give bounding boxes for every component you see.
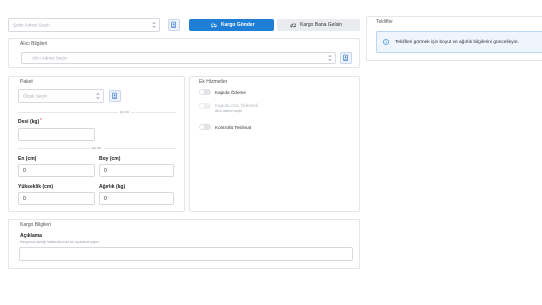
length-value: 0 bbox=[104, 167, 107, 174]
recipient-address-book-button[interactable] bbox=[340, 52, 352, 64]
height-value: 0 bbox=[23, 195, 26, 202]
controlled-delivery-label: Kontrollü Teslimat bbox=[215, 124, 252, 130]
divider bbox=[18, 148, 91, 149]
extra-services-section: Ek Hizmetler Kapıda Ödeme Kapıda Alıcı Ö… bbox=[189, 76, 360, 212]
width-label: En (cm) bbox=[18, 156, 37, 162]
address-book-icon bbox=[343, 54, 348, 61]
package-section: Paket Ölçek Seçin ya da Desi (kg) * ya d… bbox=[8, 76, 185, 212]
divider bbox=[131, 112, 176, 113]
layers-icon bbox=[112, 92, 117, 99]
scale-select[interactable]: Ölçek Seçin bbox=[18, 89, 104, 103]
weight-label: Ağırlık (kg) bbox=[99, 184, 126, 190]
length-label: Boy (cm) bbox=[99, 156, 121, 162]
scale-picker-button[interactable] bbox=[109, 90, 121, 102]
recipient-pays-hint: Alıcı adresi seçin bbox=[215, 109, 243, 113]
offers-title: Teklifler bbox=[376, 19, 393, 25]
weight-value: 0 bbox=[104, 195, 107, 202]
tab-send-cargo-label: Kargo Gönder bbox=[221, 22, 255, 28]
description-hint: Kargonun içeriği hakkında kısa bir açıkl… bbox=[20, 240, 100, 244]
tab-receive-cargo-label: Kargo Bana Gelsin bbox=[300, 22, 342, 28]
desi-label: Desi (kg) bbox=[18, 119, 40, 125]
description-input[interactable] bbox=[19, 247, 353, 261]
cash-on-delivery-toggle[interactable] bbox=[199, 89, 211, 95]
branch-address-select[interactable]: Şube Adresi Seçin bbox=[8, 18, 160, 32]
cargo-info-section: Kargo Bilgileri Açıklama Kargonun içeriğ… bbox=[8, 219, 360, 269]
width-value: 0 bbox=[23, 167, 26, 174]
height-label: Yükseklik (cm) bbox=[18, 184, 54, 190]
recipient-title: Alıcı Bilgileri bbox=[20, 41, 48, 47]
offers-info-alert: Teklifleri görmek için boyut ve ağırlık … bbox=[376, 31, 542, 53]
extra-services-title: Ek Hizmetler bbox=[199, 79, 228, 85]
recipient-pays-label: Kapıda Alıcı Ödemeli bbox=[215, 102, 258, 108]
tab-send-cargo[interactable]: Kargo Gönder bbox=[189, 19, 274, 31]
divider bbox=[18, 112, 118, 113]
divider bbox=[104, 148, 176, 149]
offers-info-text: Teklifleri görmek için boyut ve ağırlık … bbox=[395, 39, 519, 45]
recipient-address-select[interactable]: Alıcı Adresi Seçin bbox=[21, 52, 336, 64]
weight-input[interactable]: 0 bbox=[99, 192, 174, 205]
or-label-2: ya da bbox=[92, 146, 101, 150]
chevron-updown-icon bbox=[96, 93, 100, 99]
description-label: Açıklama bbox=[20, 233, 42, 239]
chevron-updown-icon bbox=[328, 55, 332, 61]
controlled-delivery-toggle[interactable] bbox=[199, 124, 211, 130]
address-book-icon bbox=[171, 21, 176, 28]
scale-placeholder: Ölçek Seçin bbox=[23, 93, 48, 99]
offers-panel: Teklifler Teklifleri görmek için boyut v… bbox=[366, 16, 542, 61]
cash-on-delivery-label: Kapıda Ödeme bbox=[215, 89, 246, 95]
recipient-pays-toggle[interactable] bbox=[199, 103, 211, 109]
recipient-section: Alıcı Bilgileri Alıcı Adresi Seçin bbox=[8, 38, 360, 68]
truck-return-icon bbox=[290, 23, 296, 27]
truck-icon bbox=[211, 23, 217, 27]
height-input[interactable]: 0 bbox=[18, 192, 95, 205]
required-mark: * bbox=[40, 118, 42, 124]
or-label: ya da bbox=[120, 110, 129, 114]
recipient-address-placeholder: Alıcı Adresi Seçin bbox=[32, 55, 68, 61]
branch-address-placeholder: Şube Adresi Seçin bbox=[13, 22, 50, 28]
cargo-info-title: Kargo Bilgileri bbox=[20, 222, 51, 228]
desi-input[interactable] bbox=[18, 128, 95, 141]
chevron-updown-icon bbox=[152, 22, 156, 28]
info-icon bbox=[383, 39, 389, 45]
address-book-button[interactable] bbox=[168, 19, 180, 31]
length-input[interactable]: 0 bbox=[99, 164, 174, 177]
width-input[interactable]: 0 bbox=[18, 164, 95, 177]
package-title: Paket bbox=[20, 79, 33, 85]
tab-receive-cargo[interactable]: Kargo Bana Gelsin bbox=[277, 19, 360, 31]
